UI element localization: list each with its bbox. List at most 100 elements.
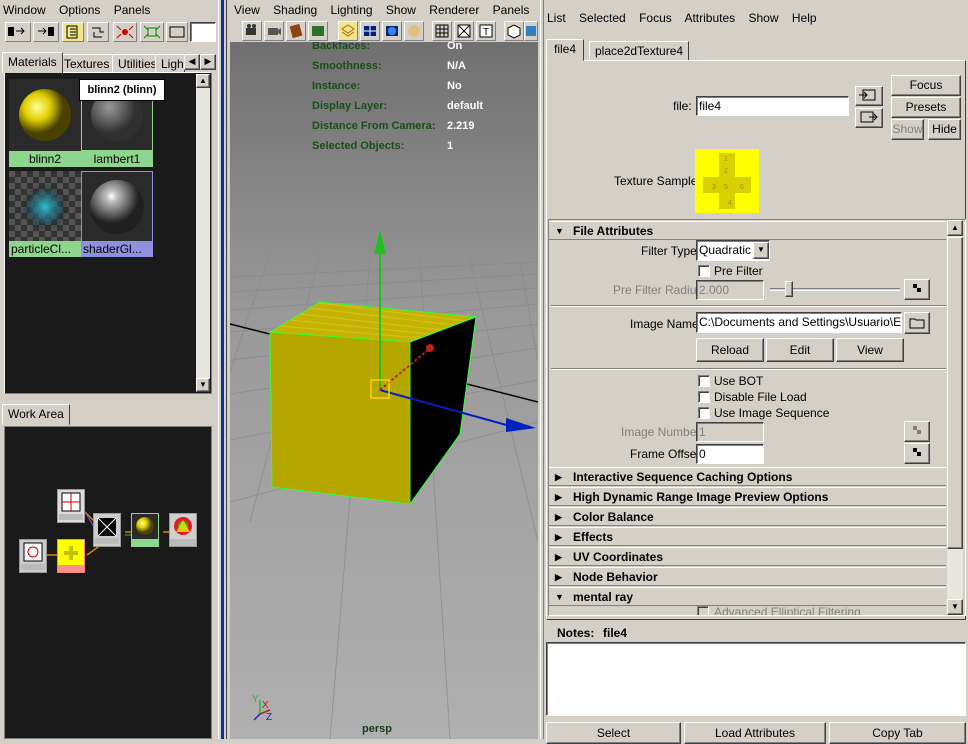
ae-menu-attributes[interactable]: Attributes	[684, 11, 735, 25]
pre-filter-radius-field[interactable]: 2.000	[696, 280, 764, 300]
menu-panels[interactable]: Panels	[114, 3, 151, 17]
xray-icon[interactable]	[432, 21, 452, 41]
ae-menu-show[interactable]: Show	[748, 11, 778, 25]
shader-glow-swatch[interactable]	[81, 171, 153, 243]
disable-file-load-checkbox[interactable]	[698, 391, 710, 403]
section-color-balance[interactable]: ▶ Color Balance	[549, 507, 946, 526]
lambert1-label[interactable]: lambert1	[81, 151, 153, 167]
materials-scrollbar[interactable]: ▲ ▼	[196, 74, 210, 392]
blinn2-label[interactable]: blinn2	[9, 151, 81, 167]
vp-menu-renderer[interactable]: Renderer	[429, 3, 479, 17]
map-button-frame-offset[interactable]	[904, 443, 930, 464]
projection-node[interactable]	[93, 513, 121, 547]
scroll-down-button[interactable]: ▼	[196, 378, 210, 392]
smooth-shade-icon[interactable]	[382, 21, 402, 41]
section-node-behavior[interactable]: ▶ Node Behavior	[549, 567, 946, 586]
reload-button[interactable]: Reload	[696, 338, 764, 362]
vp-menu-view[interactable]: View	[234, 3, 260, 17]
file-attributes-header[interactable]: ▼ File Attributes	[549, 221, 946, 240]
file-name-field[interactable]: file4	[696, 96, 849, 116]
ae-tab-place2dtexture4[interactable]: place2dTexture4	[589, 41, 690, 61]
texture-shade-icon[interactable]	[404, 21, 424, 41]
use-image-sequence-checkbox[interactable]	[698, 407, 710, 419]
tab-textures[interactable]: Textures	[58, 54, 116, 73]
place2d-node[interactable]	[57, 489, 85, 523]
view-button[interactable]: View	[836, 338, 904, 362]
menu-window[interactable]: Window	[3, 3, 46, 17]
tab-lights[interactable]: Ligh	[155, 54, 185, 73]
graph-settings-icon[interactable]	[166, 22, 188, 42]
texture-cube-icon[interactable]	[524, 21, 538, 41]
isolate-select-icon[interactable]	[504, 21, 524, 41]
input-connections-icon[interactable]	[113, 22, 137, 42]
tab-scroll-left-button[interactable]: ◀	[184, 54, 200, 70]
section-effects[interactable]: ▶ Effects	[549, 527, 946, 546]
section-uv-coordinates[interactable]: ▶ UV Coordinates	[549, 547, 946, 566]
map-button-image-number[interactable]	[904, 421, 930, 442]
output-node-button[interactable]	[855, 108, 883, 128]
image-number-field[interactable]: 1	[696, 422, 764, 442]
panel-divider-left[interactable]	[218, 0, 227, 739]
particle-cloud-swatch[interactable]	[9, 171, 81, 243]
perspective-viewport[interactable]: Y X Z Backfaces: On Smoothness: N/A Inst…	[230, 42, 538, 739]
use-bot-checkbox[interactable]	[698, 375, 710, 387]
ae-scroll-up-button[interactable]: ▲	[947, 220, 963, 236]
camera-icon[interactable]	[242, 21, 262, 41]
vp-menu-shading[interactable]: Shading	[273, 3, 317, 17]
scroll-up-button[interactable]: ▲	[196, 74, 210, 88]
hierarchy-icon[interactable]	[87, 22, 109, 42]
texture-sample[interactable]: 1 2 3 4 5 6	[695, 149, 759, 213]
layout-icon[interactable]	[62, 22, 84, 42]
blinn-node[interactable]	[131, 513, 159, 547]
output-connections-icon[interactable]	[140, 22, 164, 42]
select-button[interactable]: Select	[546, 722, 681, 744]
vp-menu-panels[interactable]: Panels	[493, 3, 530, 17]
ae-menu-selected[interactable]: Selected	[579, 11, 626, 25]
graph-in-icon[interactable]	[5, 22, 31, 42]
load-attributes-button[interactable]: Load Attributes	[684, 722, 826, 744]
edit-button[interactable]: Edit	[766, 338, 834, 362]
graph-out-icon[interactable]	[33, 22, 59, 42]
pre-filter-checkbox[interactable]	[698, 265, 710, 277]
frame-offset-field[interactable]: 0	[696, 444, 764, 464]
ae-menu-focus[interactable]: Focus	[639, 11, 672, 25]
show-button[interactable]: Show	[891, 119, 924, 140]
filter-type-dropdown[interactable]: Quadratic ▼	[696, 240, 770, 261]
place3d-node[interactable]	[19, 539, 47, 573]
ae-scroll-thumb[interactable]	[947, 237, 963, 549]
ae-scrollbar[interactable]: ▲ ▼	[947, 220, 963, 615]
ae-tab-file4[interactable]: file4	[546, 39, 585, 61]
hide-button[interactable]: Hide	[928, 119, 961, 140]
shading-group-node[interactable]	[169, 513, 197, 547]
wireframe-toggle-icon[interactable]	[338, 21, 358, 41]
notes-textarea[interactable]	[546, 642, 966, 716]
slider-thumb[interactable]	[785, 281, 793, 297]
work-area-tab[interactable]: Work Area	[2, 404, 70, 425]
browse-folder-button[interactable]	[904, 312, 930, 334]
blinn2-swatch[interactable]	[9, 79, 81, 151]
resolution-gate-icon[interactable]	[454, 21, 474, 41]
vp-menu-lighting[interactable]: Lighting	[331, 3, 373, 17]
image-plane-icon[interactable]	[308, 21, 328, 41]
grid-icon[interactable]	[360, 21, 380, 41]
section-interactive-sequence-caching[interactable]: ▶ Interactive Sequence Caching Options	[549, 467, 946, 486]
file-node[interactable]	[57, 539, 85, 573]
section-hdr-preview[interactable]: ▶ High Dynamic Range Image Preview Option…	[549, 487, 946, 506]
copy-tab-button[interactable]: Copy Tab	[829, 722, 966, 744]
input-node-button[interactable]	[855, 86, 883, 106]
map-button-radius[interactable]	[904, 279, 930, 300]
section-mental-ray[interactable]: ▼ mental ray	[549, 587, 946, 606]
pre-filter-radius-slider[interactable]	[770, 281, 900, 299]
ae-menu-list[interactable]: List	[547, 11, 566, 25]
camera-attributes-icon[interactable]	[264, 21, 284, 41]
shader-glow-label[interactable]: shaderGl...	[81, 241, 153, 257]
work-area-canvas[interactable]	[4, 426, 212, 739]
bookmark-icon[interactable]	[286, 21, 306, 41]
advanced-elliptical-filtering-checkbox[interactable]	[697, 606, 709, 615]
hypershade-search-field[interactable]	[190, 22, 216, 42]
menu-options[interactable]: Options	[59, 3, 100, 17]
particle-cloud-label[interactable]: particleCl...	[9, 241, 81, 257]
tab-scroll-right-button[interactable]: ▶	[200, 54, 216, 70]
ae-menu-help[interactable]: Help	[792, 11, 817, 25]
focus-button[interactable]: Focus	[891, 75, 961, 96]
